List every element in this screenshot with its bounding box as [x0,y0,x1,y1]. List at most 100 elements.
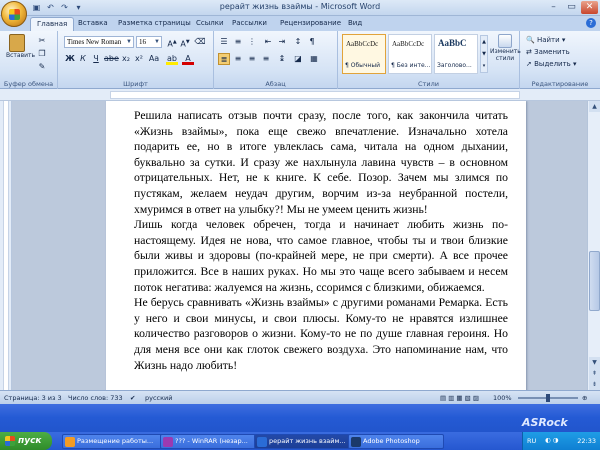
numbering-icon[interactable]: ≡ [232,36,244,48]
tab-home[interactable]: Главная [30,17,75,31]
word-count[interactable]: Число слов: 733 [68,394,123,402]
cut-icon[interactable]: ✂ [36,35,48,47]
word-icon [257,437,267,447]
scroll-thumb[interactable] [589,251,600,311]
office-button[interactable] [1,1,27,27]
tab-mailings[interactable]: Рассылки [226,17,273,31]
task-label: ??? - WinRAR (незар... [175,437,248,445]
minimize-button[interactable]: – [545,1,562,14]
highlight-icon[interactable]: ab [166,53,178,65]
shading-icon[interactable]: ◪ [292,53,304,65]
decrease-indent-icon[interactable]: ⇤ [262,36,274,48]
taskbar-item[interactable]: Размещение работы... [62,434,166,449]
tab-page-layout[interactable]: Разметка страницы [112,17,197,31]
scroll-up-icon[interactable]: ▲ [589,101,600,112]
change-case-icon[interactable]: Aa [148,53,160,65]
paste-button[interactable]: Вставить [6,34,35,59]
vertical-ruler[interactable] [0,101,12,390]
format-painter-icon[interactable]: ✎ [36,61,48,73]
align-left-icon[interactable]: ≡ [260,53,272,65]
align-right-icon[interactable]: ≡ [246,53,258,65]
language-bar[interactable]: RU [527,437,536,445]
horizontal-ruler[interactable] [0,89,600,101]
italic-button[interactable]: К [77,53,89,65]
replace-label: Заменить [534,48,570,56]
subscript-icon[interactable]: x₂ [120,53,132,65]
tab-insert[interactable]: Вставка [72,17,114,31]
pilcrow-icon[interactable]: ¶ [306,36,318,48]
language-indicator[interactable]: русский [145,394,173,402]
tab-references[interactable]: Ссылки [190,17,230,31]
sort-icon[interactable]: ↕ [292,36,304,48]
clear-format-icon[interactable]: ⌫ [194,36,206,48]
tray-icons[interactable]: ◐ ◑ [545,436,558,444]
previous-page-icon[interactable]: ⇞ [589,368,600,379]
tab-view[interactable]: Вид [342,17,368,31]
bullets-icon[interactable]: ☰ [218,36,230,48]
page-count[interactable]: Страница: 3 из 3 [4,394,62,402]
ruler-strip [110,91,520,99]
strikethrough-icon[interactable]: abe [104,53,119,65]
scroll-down-icon[interactable]: ▼ [589,357,600,368]
taskbar-item[interactable]: ??? - WinRAR (незар... [160,434,256,449]
office-logo-icon [9,9,20,20]
styles-scroll-icon[interactable]: ▲ ▼ ▾ [480,35,488,73]
copy-icon[interactable]: ❐ [36,48,48,60]
font-color-icon[interactable]: A [182,53,194,65]
zoom-slider[interactable] [518,394,578,402]
winrar-icon [163,437,173,447]
font-size-value: 16 [139,38,146,46]
status-bar: Страница: 3 из 3 Число слов: 733 ✔ русск… [0,390,600,404]
style-no-spacing[interactable]: AaBbCcDc ¶ Без инте... [388,34,432,74]
tab-review[interactable]: Рецензирование [274,17,347,31]
clipboard-group: Вставить ✂ ❐ ✎ Буфер обмена [0,31,58,89]
chevron-down-icon: ▼ [126,39,132,45]
document-area: Решила написать отзыв почти сразу, после… [12,101,587,390]
view-buttons[interactable]: ▤ ▥ ▦ ▧ ▨ [440,394,479,402]
clock[interactable]: 22:33 [577,437,596,445]
zoom-level[interactable]: 100% [493,394,512,402]
document-text[interactable]: Решила написать отзыв почти сразу, после… [134,108,508,373]
replace-button[interactable]: ⇄ Заменить [526,48,570,56]
increase-indent-icon[interactable]: ⇥ [276,36,288,48]
superscript-icon[interactable]: x² [133,53,145,65]
taskbar-item-active[interactable]: рерайт жизнь взайм... [254,434,350,449]
shrink-font-icon[interactable]: A▼ [179,36,191,49]
select-label: Выделить [534,60,571,68]
font-size-select[interactable]: 16 ▼ [136,36,162,48]
grow-font-icon[interactable]: A▲ [166,36,178,49]
style-sample: AaBbCcDc [346,40,379,48]
underline-button[interactable]: Ч [90,53,102,65]
align-justify-icon[interactable]: ≣ [218,53,230,65]
multilevel-list-icon[interactable]: ⋮ [246,36,258,48]
start-button[interactable]: пуск [0,432,52,450]
browser-icon [65,437,75,447]
style-heading[interactable]: AaBbC Заголово... [434,34,478,74]
change-styles-button[interactable]: Изменить стили [490,34,521,62]
line-spacing-icon[interactable]: ↨ [276,53,288,65]
borders-icon[interactable]: ▦ [308,53,320,65]
taskbar-item[interactable]: Adobe Photoshop [348,434,444,449]
close-button[interactable]: ✕ [581,1,598,14]
align-center-icon[interactable]: ≡ [232,53,244,65]
vertical-scrollbar[interactable]: ▲ ▼ ⇞ ⇟ [587,101,600,390]
task-label: Размещение работы... [77,437,154,445]
zoom-knob[interactable] [546,394,550,402]
font-name-value: Times New Roman [67,38,122,46]
style-name: ¶ Обычный [345,62,380,69]
bold-button[interactable]: Ж [64,53,76,65]
maximize-button[interactable]: ▭ [563,1,580,14]
window-controls: – ▭ ✕ [545,1,598,14]
style-normal[interactable]: AaBbCcDc ¶ Обычный [342,34,386,74]
select-button[interactable]: ➚ Выделить ▾ [526,60,577,68]
paragraph-label: Абзац [265,80,286,88]
proofing-icon[interactable]: ✔ [130,394,135,402]
font-group: Times New Roman ▼ 16 ▼ A▲ A▼ ⌫ Ж К Ч abe x… [58,31,214,89]
zoom-in-icon[interactable]: ⊕ [582,394,587,402]
document-page[interactable]: Решила написать отзыв почти сразу, после… [106,101,526,390]
font-name-select[interactable]: Times New Roman ▼ [64,36,134,48]
next-page-icon[interactable]: ⇟ [589,379,600,390]
help-icon[interactable]: ? [586,18,596,28]
ruler-strip [3,101,9,390]
find-button[interactable]: 🔍 Найти ▾ [526,36,565,44]
